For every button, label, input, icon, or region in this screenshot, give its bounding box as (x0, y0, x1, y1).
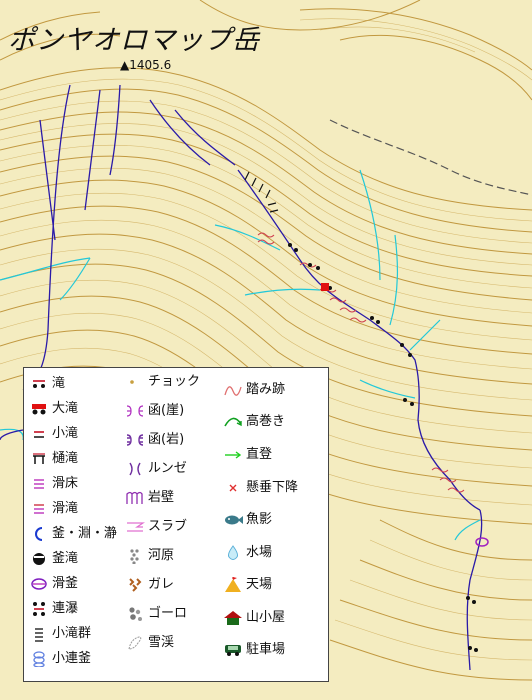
legend-item: チョック (124, 372, 200, 392)
chute-waterfall-icon (33, 453, 45, 464)
snow-valley-icon (128, 636, 142, 650)
legend-item: 小連釜 (28, 649, 91, 669)
waterfall-icon (33, 380, 45, 388)
legend-item: 踏み跡 (222, 380, 285, 400)
legend-item: 高巻き (222, 412, 285, 432)
pool-waterfall-icon (33, 553, 45, 565)
gorge-rock-icon (126, 434, 144, 446)
legend-item: 釜・淵・瀞 (28, 524, 117, 544)
riverbank-icon (130, 549, 139, 564)
high-detour-icon (224, 417, 242, 427)
legend-item: 河原 (124, 546, 174, 566)
map-legend: 滝 大滝 小滝 樋滝 滑床 滑滝 釜・淵・瀞 釜滝 滑釜 連瀑 小滝群 小連釜 … (23, 367, 329, 682)
rock-wall-icon (126, 491, 143, 504)
legend-item: ルンゼ (124, 459, 187, 479)
legend-item: 魚影 (222, 510, 272, 530)
parking-icon (225, 645, 241, 656)
legend-item: 滑滝 (28, 499, 78, 519)
scree-icon (129, 578, 142, 592)
legend-item: 大滝 (28, 399, 78, 419)
legend-item: 函(岩) (124, 430, 184, 450)
map-title: ポンヤオロマップ岳 (8, 25, 260, 56)
trail-trace-icon (224, 386, 242, 396)
slab-icon (127, 522, 145, 532)
rappel-icon (229, 484, 237, 492)
legend-item: 連瀑 (28, 599, 78, 619)
legend-item: 滑釜 (28, 574, 78, 594)
gully-icon (129, 462, 141, 476)
chockstone-icon (130, 380, 134, 384)
legend-item: 懸垂下降 (222, 478, 298, 498)
slide-waterfall-icon (34, 504, 44, 514)
gorge-cliff-icon (126, 405, 144, 417)
legend-item: 小滝群 (28, 624, 91, 644)
legend-item: 雪渓 (124, 633, 174, 653)
slide-pool-icon (31, 578, 47, 590)
legend-item: 水場 (222, 543, 272, 563)
legend-item: 滝 (28, 374, 65, 394)
boulder-icon (129, 607, 142, 621)
legend-item: 駐車場 (222, 640, 285, 660)
legend-item: ゴーロ (124, 604, 187, 624)
small-pool-chain-icon (33, 651, 45, 667)
cascade-icon (33, 602, 45, 616)
legend-item: 釜滝 (28, 549, 78, 569)
legend-item: 岩壁 (124, 488, 174, 508)
legend-item: 直登 (222, 445, 272, 465)
summit-label: ▲1405.6 (120, 58, 172, 72)
large-waterfall-icon (32, 404, 46, 415)
legend-item: 樋滝 (28, 449, 78, 469)
legend-item: 滑床 (28, 474, 78, 494)
legend-item: 天場 (222, 575, 272, 595)
pool-icon (35, 527, 43, 541)
legend-item: 函(崖) (124, 401, 184, 421)
large-waterfall-mark (321, 283, 329, 291)
campsite-icon (225, 577, 241, 592)
legend-item: スラブ (124, 517, 187, 537)
fish-icon (225, 515, 243, 525)
mountain-hut-icon (224, 611, 242, 625)
small-waterfall-group-icon (35, 628, 43, 642)
legend-item: 小滝 (28, 424, 78, 444)
legend-item: ガレ (124, 575, 174, 595)
slide-bed-icon (34, 479, 44, 489)
legend-item: 山小屋 (222, 608, 285, 628)
small-waterfall-icon (34, 431, 44, 438)
water-source-icon (228, 545, 238, 560)
direct-climb-icon (225, 451, 242, 459)
